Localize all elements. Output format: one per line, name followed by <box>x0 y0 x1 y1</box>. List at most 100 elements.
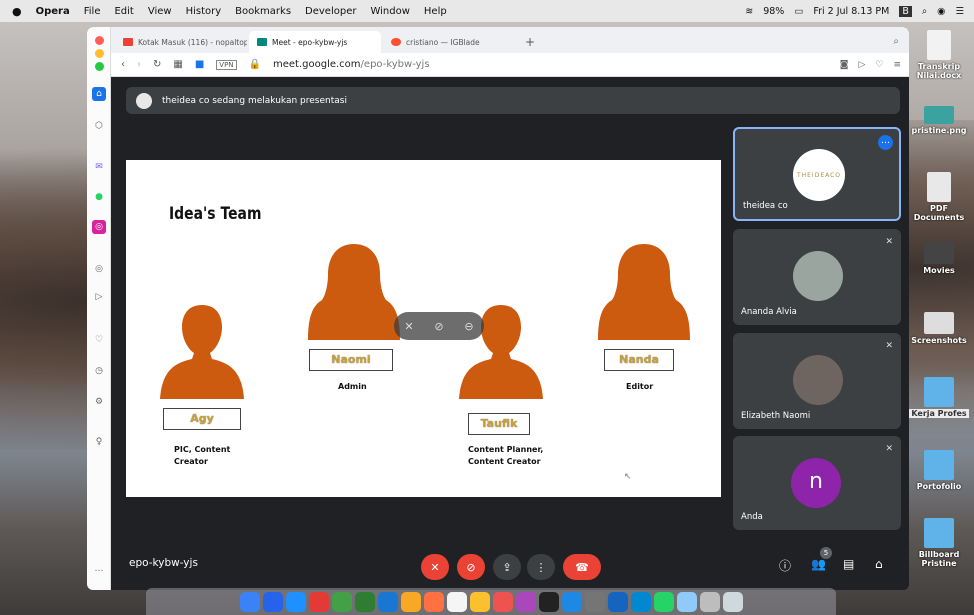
messages-icon[interactable] <box>331 591 352 612</box>
remove-icon[interactable]: ⊖ <box>464 320 473 333</box>
zoom-icon[interactable] <box>377 591 398 612</box>
lightbulb-icon[interactable]: ♀ <box>92 435 106 449</box>
bookmark-heart-icon[interactable]: ♡ <box>875 60 883 70</box>
home-icon[interactable]: ⌂ <box>92 87 106 101</box>
spotlight-icon[interactable]: ⌕ <box>922 6 927 17</box>
desktop-folder-movies[interactable]: Movies <box>904 242 974 275</box>
preview-icon[interactable] <box>676 591 697 612</box>
telegram-icon[interactable] <box>630 591 651 612</box>
meeting-info-icon[interactable]: ⓘ <box>779 557 791 574</box>
launchpad-icon[interactable] <box>262 591 283 612</box>
instagram-icon[interactable]: ◎ <box>92 220 106 234</box>
siri-icon[interactable]: ◉ <box>937 6 945 17</box>
podcasts-icon[interactable] <box>515 591 536 612</box>
apple-icon[interactable]: ● <box>12 5 22 18</box>
folder-icon <box>924 312 954 334</box>
more-actions-button[interactable]: ⋮ <box>527 554 555 580</box>
tab-meet[interactable]: Meet - epo-kybw-yjs <box>249 31 381 53</box>
send-icon[interactable]: ▷ <box>92 290 106 304</box>
menu-developer[interactable]: Developer <box>305 6 356 17</box>
battery-icon[interactable]: ▭ <box>794 6 803 17</box>
history-icon[interactable]: ◷ <box>92 364 106 378</box>
people-icon[interactable]: 👥 <box>811 557 826 571</box>
mic-off-icon[interactable]: ✕ <box>404 320 413 333</box>
clock[interactable]: Fri 2 Jul 8.13 PM <box>813 6 889 17</box>
status-app-icon[interactable]: B <box>899 5 912 17</box>
speed-dial-icon[interactable]: ▦ <box>173 59 182 70</box>
forward-icon[interactable]: › <box>137 59 141 70</box>
messenger-icon[interactable]: ✉ <box>92 160 106 174</box>
present-button[interactable]: ⇪ <box>493 554 521 580</box>
tab-igblade[interactable]: cristiano — IGBlade <box>383 31 515 53</box>
tab-label: Meet - epo-kybw-yjs <box>272 37 348 47</box>
reload-icon[interactable]: ↻ <box>153 59 161 70</box>
search-tabs-icon[interactable]: ⌕ <box>893 36 909 53</box>
finder-icon[interactable] <box>239 591 260 612</box>
system-preferences-icon[interactable] <box>584 591 605 612</box>
snapshot-icon[interactable]: ◙ <box>840 60 849 70</box>
app-store-icon[interactable] <box>561 591 582 612</box>
tv-icon[interactable] <box>538 591 559 612</box>
flow-icon[interactable]: ▷ <box>858 60 865 70</box>
window-minimize-button[interactable] <box>95 49 104 58</box>
crypto-wallet-icon[interactable]: ⬡ <box>92 119 106 133</box>
player-icon[interactable]: ◎ <box>92 262 106 276</box>
desktop-folder-billboard[interactable]: Billboard Pristine <box>904 518 974 568</box>
whatsapp-icon[interactable]: ● <box>92 190 106 204</box>
avatar <box>793 251 843 301</box>
desktop-file-transkrip[interactable]: Transkrip Nilai.docx <box>904 30 974 80</box>
menu-view[interactable]: View <box>148 6 172 17</box>
participant-tile-ananda[interactable]: ✕ Ananda Alvia <box>733 229 901 325</box>
menu-history[interactable]: History <box>186 6 222 17</box>
contacts-icon[interactable] <box>423 591 444 612</box>
camera-toggle-button[interactable]: ⊘ <box>457 554 485 580</box>
music-icon[interactable] <box>492 591 513 612</box>
menu-help[interactable]: Help <box>424 6 447 17</box>
url-field[interactable]: meet.google.com/epo-kybw-yjs <box>273 59 430 70</box>
more-options-icon[interactable]: … <box>878 135 893 150</box>
mic-toggle-button[interactable]: ✕ <box>421 554 449 580</box>
word-icon[interactable] <box>607 591 628 612</box>
menu-edit[interactable]: Edit <box>114 6 133 17</box>
participant-tile-elizabeth[interactable]: ✕ Elizabeth Naomi <box>733 333 901 429</box>
easy-setup-icon[interactable]: ≡ <box>893 60 901 70</box>
role-taufik: Content Planner, Content Creator <box>468 445 544 466</box>
menu-file[interactable]: File <box>84 6 101 17</box>
end-call-button[interactable]: ☎ <box>563 554 601 580</box>
desktop-folder-kerja[interactable]: Kerja Profes <box>904 377 974 418</box>
menu-app-name[interactable]: Opera <box>36 6 70 17</box>
downloads-icon[interactable] <box>699 591 720 612</box>
name-label-agy: Agy <box>163 408 241 430</box>
control-center-icon[interactable]: ☰ <box>955 6 964 17</box>
more-icon[interactable]: … <box>92 562 106 576</box>
menu-bookmarks[interactable]: Bookmarks <box>235 6 291 17</box>
facetime-icon[interactable] <box>354 591 375 612</box>
vpn-badge[interactable]: VPN <box>216 59 237 70</box>
camera-off-icon[interactable]: ⊘ <box>434 320 443 333</box>
heart-icon[interactable]: ♡ <box>92 333 106 347</box>
tab-gmail[interactable]: Kotak Masuk (116) - nopaltopi... <box>115 31 247 53</box>
battery-percent[interactable]: 98% <box>763 6 784 17</box>
wifi-icon[interactable]: ≋ <box>745 6 753 17</box>
whatsapp-dock-icon[interactable] <box>653 591 674 612</box>
desktop-file-pristine[interactable]: pristine.png <box>904 106 974 135</box>
settings-icon[interactable]: ⚙ <box>92 395 106 409</box>
trash-icon[interactable] <box>722 591 743 612</box>
window-close-button[interactable] <box>95 36 104 45</box>
photos-icon[interactable] <box>400 591 421 612</box>
desktop-folder-pdf[interactable]: PDF Documents <box>904 172 974 222</box>
participant-tile-theidea[interactable]: THEIDEACO … theidea co <box>733 127 901 221</box>
calendar-icon[interactable] <box>446 591 467 612</box>
safari-icon[interactable] <box>285 591 306 612</box>
back-icon[interactable]: ‹ <box>121 59 125 70</box>
opera-icon[interactable] <box>308 591 329 612</box>
desktop-folder-portofolio[interactable]: Portofolio <box>904 450 974 491</box>
menu-window[interactable]: Window <box>370 6 409 17</box>
new-tab-button[interactable]: + <box>517 31 547 53</box>
desktop-folder-screenshots[interactable]: Screenshots <box>904 312 974 345</box>
activities-icon[interactable]: ⌂ <box>875 557 883 571</box>
window-zoom-button[interactable] <box>95 62 104 71</box>
chat-icon[interactable]: ▤ <box>843 557 854 571</box>
notes-icon[interactable] <box>469 591 490 612</box>
participant-tile-anda[interactable]: ✕ n Anda <box>733 436 901 530</box>
